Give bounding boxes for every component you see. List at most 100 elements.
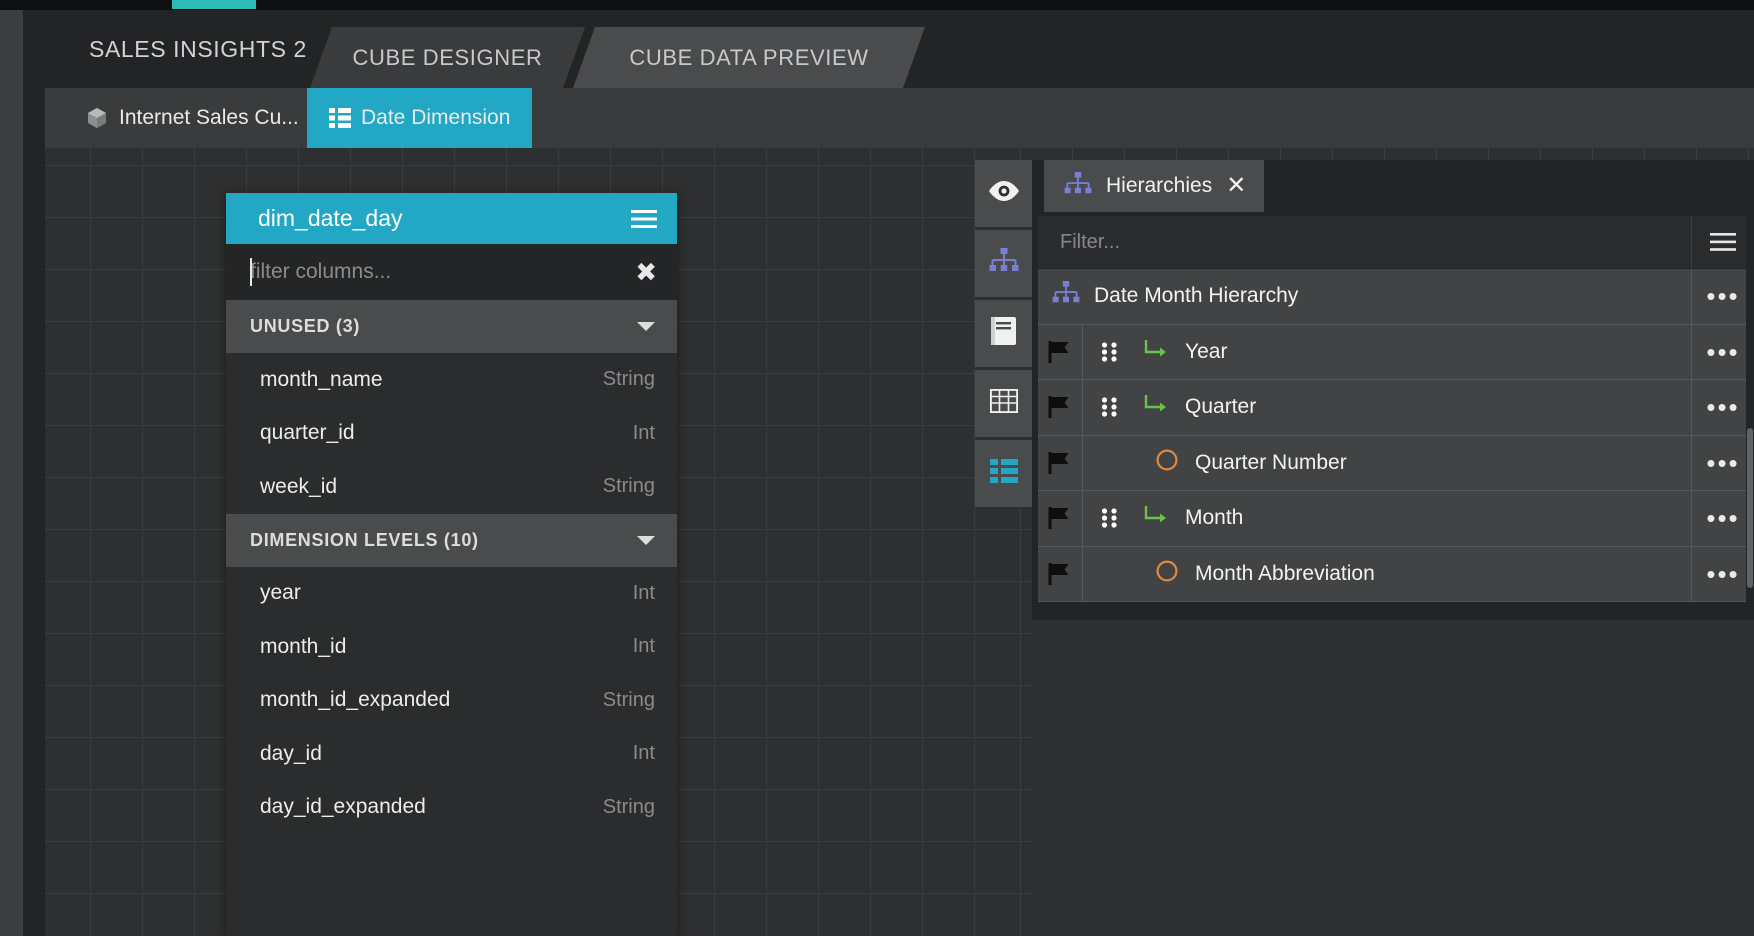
table-filter-row: ✖ [226, 244, 677, 300]
column-row[interactable]: month_id_expanded String [226, 674, 677, 728]
arrow-branch-icon [1143, 505, 1169, 531]
rail-button-columns[interactable] [975, 440, 1032, 507]
circle-icon [1155, 559, 1179, 589]
column-group-label: UNUSED (3) [250, 316, 361, 336]
hierarchy-row[interactable]: Date Month Hierarchy ••• [1038, 269, 1754, 325]
column-type: String [602, 688, 655, 711]
column-type: String [602, 475, 655, 498]
close-icon[interactable]: ✕ [1226, 174, 1246, 198]
column-name: quarter_id [260, 421, 355, 445]
active-tab-indicator [172, 0, 256, 9]
window-top-strip [0, 0, 1754, 10]
book-icon [990, 317, 1017, 350]
hierarchy-row[interactable]: Month Abbreviation ••• [1038, 546, 1754, 602]
drag-handle-icon[interactable] [1101, 397, 1127, 417]
text-caret [250, 258, 252, 286]
panel-scrollbar-thumb[interactable] [1747, 428, 1753, 588]
subtab-label: Date Dimension [361, 106, 511, 129]
column-row[interactable]: week_id String [226, 460, 677, 514]
column-type: Int [632, 421, 655, 444]
panel-scrollbar[interactable] [1746, 160, 1754, 620]
hierarchy-row-label: Month Abbreviation [1195, 561, 1375, 585]
column-row[interactable]: quarter_id Int [226, 407, 677, 461]
column-row[interactable]: day_id Int [226, 727, 677, 781]
flag-icon[interactable] [1038, 435, 1083, 490]
subtab-label: Internet Sales Cu... [119, 106, 299, 129]
column-group-header[interactable]: DIMENSION LEVELS (10) [226, 513, 677, 567]
hierarchy-row[interactable]: Year ••• [1038, 324, 1754, 380]
tab-cube-data-preview[interactable]: CUBE DATA PREVIEW [573, 27, 925, 88]
subtab-date-dimension[interactable]: Date Dimension [307, 88, 533, 148]
hamburger-icon[interactable] [631, 209, 657, 229]
flag-icon[interactable] [1038, 491, 1083, 546]
flag-icon[interactable] [1038, 324, 1083, 379]
column-name: week_id [260, 474, 338, 498]
column-type: Int [632, 635, 655, 658]
subtab-internet-sales-cube[interactable]: Internet Sales Cu... [63, 88, 321, 148]
flag-icon[interactable] [1038, 546, 1083, 601]
column-groups: UNUSED (3) month_name String quarter_id Int w… [226, 300, 677, 834]
eye-icon [987, 180, 1021, 207]
hierarchy-row-content: Month Abbreviation [1083, 547, 1691, 602]
more-icon[interactable]: ••• [1691, 546, 1754, 601]
rail-button-visibility[interactable] [975, 160, 1032, 227]
hierarchy-icon [1064, 171, 1092, 201]
app-window: SALES INSIGHTS 2 CUBE DESIGNER CUBE DATA… [0, 0, 1754, 936]
column-row[interactable]: month_name String [226, 353, 677, 407]
hierarchy-icon [1052, 281, 1080, 311]
hierarchy-row[interactable]: Month ••• [1038, 491, 1754, 547]
hierarchy-row-label: Month [1185, 506, 1244, 530]
filter-columns-input[interactable] [250, 260, 636, 284]
hierarchy-row-label: Quarter Number [1195, 450, 1347, 474]
panel-lower-empty-area [1032, 620, 1754, 936]
arrow-branch-icon [1143, 394, 1169, 420]
column-type: Int [632, 581, 655, 604]
column-name: month_name [260, 367, 383, 391]
more-icon[interactable]: ••• [1691, 380, 1754, 435]
hierarchy-icon [989, 248, 1019, 279]
chevron-down-icon[interactable] [637, 322, 655, 331]
table-card-header[interactable]: dim_date_day [226, 193, 677, 244]
close-icon[interactable]: ✖ [635, 259, 657, 285]
drag-handle-icon[interactable] [1101, 342, 1127, 362]
column-group-label: DIMENSION LEVELS (10) [250, 529, 479, 550]
column-type: String [602, 795, 655, 818]
tab-cube-designer[interactable]: CUBE DESIGNER [310, 27, 585, 88]
rail-button-table[interactable] [975, 370, 1032, 437]
flag-icon[interactable] [1038, 380, 1083, 435]
hierarchy-row-label: Quarter [1185, 395, 1257, 419]
hierarchy-row-content: Quarter [1083, 380, 1691, 435]
panel-tab-label: Hierarchies [1106, 174, 1213, 197]
list-icon [989, 459, 1018, 488]
more-icon[interactable]: ••• [1691, 491, 1754, 546]
panel-tab-hierarchies[interactable]: Hierarchies ✕ [1044, 160, 1265, 212]
hamburger-icon[interactable] [1691, 216, 1754, 268]
more-icon[interactable]: ••• [1691, 269, 1754, 324]
hierarchies-panel: Hierarchies ✕ Date Month Hierarchy•••Yea… [1032, 160, 1754, 620]
arrow-branch-icon [1143, 339, 1169, 365]
column-row[interactable]: month_id Int [226, 620, 677, 674]
column-name: day_id [260, 741, 322, 765]
tab-project-name[interactable]: SALES INSIGHTS 2 [89, 10, 307, 88]
column-type: Int [632, 742, 655, 765]
hierarchy-row[interactable]: Quarter Number ••• [1038, 435, 1754, 491]
column-group-header[interactable]: UNUSED (3) [226, 300, 677, 353]
circle-icon [1155, 448, 1179, 478]
cube-icon [85, 106, 109, 130]
drag-handle-icon[interactable] [1101, 508, 1127, 528]
hierarchy-filter-input[interactable] [1038, 216, 1691, 268]
rail-button-dictionary[interactable] [975, 300, 1032, 367]
column-row[interactable]: year Int [226, 567, 677, 621]
tab-bar: SALES INSIGHTS 2 CUBE DESIGNER CUBE DATA… [45, 10, 1754, 88]
hierarchy-row-label: Date Month Hierarchy [1094, 284, 1299, 308]
column-row[interactable]: day_id_expanded String [226, 781, 677, 835]
hierarchy-row-list[interactable]: Date Month Hierarchy ••• Year ••• Quarter •••… [1038, 269, 1754, 619]
table-card-title: dim_date_day [258, 205, 403, 231]
hierarchy-row[interactable]: Quarter ••• [1038, 380, 1754, 436]
chevron-down-icon[interactable] [637, 535, 655, 545]
left-gutter-shadow [23, 10, 45, 936]
more-icon[interactable]: ••• [1691, 435, 1754, 490]
more-icon[interactable]: ••• [1691, 324, 1754, 379]
column-type: String [602, 368, 655, 391]
rail-button-hierarchies[interactable] [975, 230, 1032, 297]
